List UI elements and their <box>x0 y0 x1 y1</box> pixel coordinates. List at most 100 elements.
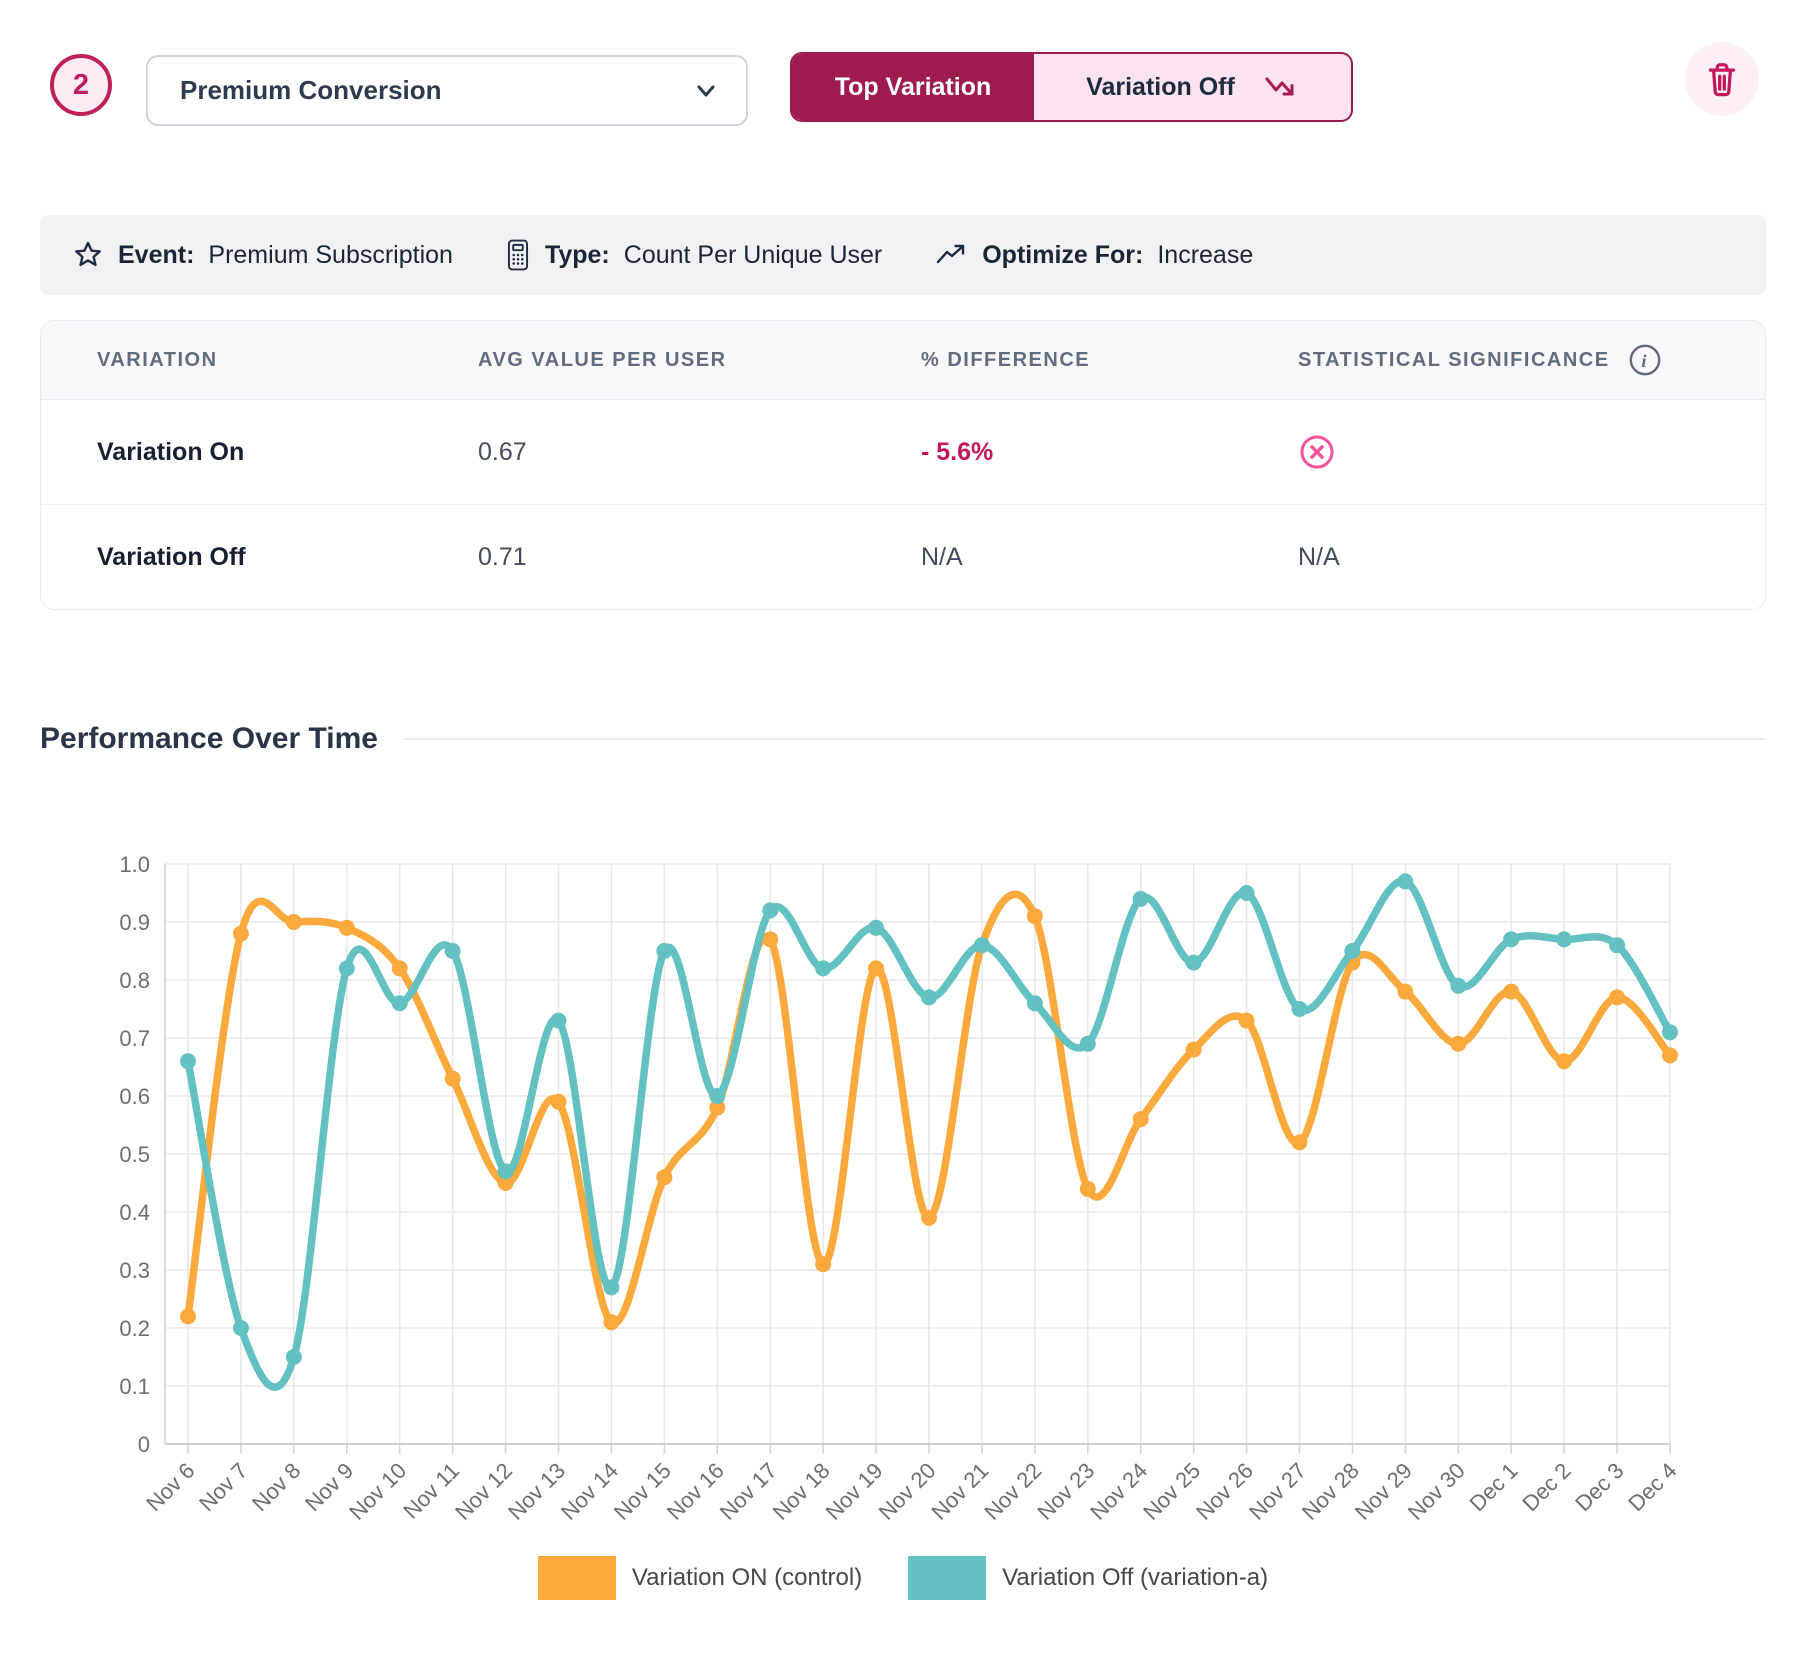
data-point[interactable] <box>1609 989 1625 1005</box>
x-axis-label: Dec 3 <box>1570 1458 1628 1516</box>
data-point[interactable] <box>1662 1024 1678 1040</box>
metric-dropdown[interactable]: Premium Conversion <box>146 55 748 126</box>
data-point[interactable] <box>286 1349 302 1365</box>
data-point[interactable] <box>709 1088 725 1104</box>
data-point[interactable] <box>392 995 408 1011</box>
data-point[interactable] <box>498 1163 514 1179</box>
data-point[interactable] <box>392 960 408 976</box>
chart-section-header: Performance Over Time <box>40 722 1766 756</box>
x-axis-label: Nov 12 <box>450 1458 517 1525</box>
type-label: Type: <box>545 241 610 270</box>
top-variation-toggle[interactable]: Top Variation Variation Off <box>790 52 1353 122</box>
x-axis-label: Nov 15 <box>609 1458 676 1525</box>
event-summary: Event: Premium Subscription <box>72 239 453 271</box>
data-point[interactable] <box>180 1053 196 1069</box>
data-point[interactable] <box>1239 1013 1255 1029</box>
data-point[interactable] <box>1027 995 1043 1011</box>
data-point[interactable] <box>1450 978 1466 994</box>
chevron-down-icon[interactable] <box>692 77 720 105</box>
data-point[interactable] <box>1556 1053 1572 1069</box>
y-axis-label: 0.5 <box>119 1142 150 1167</box>
x-axis-label: Nov 14 <box>556 1458 623 1525</box>
legend-label: Variation Off (variation-a) <box>1002 1564 1268 1592</box>
delete-metric-button[interactable] <box>1685 42 1759 116</box>
x-axis-label: Nov 19 <box>821 1458 888 1525</box>
data-point[interactable] <box>603 1279 619 1295</box>
data-point[interactable] <box>603 1314 619 1330</box>
x-axis-label: Nov 27 <box>1244 1458 1311 1525</box>
metric-summary-bar: Event: Premium Subscription Type: Count … <box>40 215 1766 295</box>
optimize-label: Optimize For: <box>982 241 1143 270</box>
data-point[interactable] <box>868 960 884 976</box>
x-axis-label: Nov 13 <box>503 1458 570 1525</box>
data-point[interactable] <box>233 1320 249 1336</box>
data-point[interactable] <box>1609 937 1625 953</box>
data-point[interactable] <box>1133 1111 1149 1127</box>
data-point[interactable] <box>974 937 990 953</box>
col-significance: STATISTICAL SIGNIFICANCE i <box>1298 343 1765 377</box>
legend-swatch-teal <box>908 1556 986 1600</box>
x-axis-label: Nov 30 <box>1403 1458 1470 1525</box>
data-point[interactable] <box>233 926 249 942</box>
col-variation: VARIATION <box>97 349 478 372</box>
data-point[interactable] <box>180 1308 196 1324</box>
data-point[interactable] <box>1397 873 1413 889</box>
data-point[interactable] <box>1450 1036 1466 1052</box>
data-point[interactable] <box>1080 1036 1096 1052</box>
legend-item-variation-off[interactable]: Variation Off (variation-a) <box>908 1556 1268 1600</box>
data-point[interactable] <box>445 943 461 959</box>
data-point[interactable] <box>762 902 778 918</box>
data-point[interactable] <box>921 989 937 1005</box>
data-point[interactable] <box>1080 1181 1096 1197</box>
data-point[interactable] <box>656 1169 672 1185</box>
y-axis-label: 0.3 <box>119 1258 150 1283</box>
y-axis-label: 0 <box>138 1432 150 1457</box>
data-point[interactable] <box>1662 1047 1678 1063</box>
y-axis-label: 1.0 <box>119 852 150 877</box>
data-point[interactable] <box>1239 885 1255 901</box>
data-point[interactable] <box>762 931 778 947</box>
col-difference: % DIFFERENCE <box>921 349 1298 372</box>
data-point[interactable] <box>1133 891 1149 907</box>
trash-icon <box>1705 60 1739 98</box>
data-point[interactable] <box>1503 931 1519 947</box>
data-point[interactable] <box>921 1210 937 1226</box>
data-point[interactable] <box>815 960 831 976</box>
data-point[interactable] <box>656 943 672 959</box>
trend-down-arrow-icon <box>1263 73 1299 101</box>
data-point[interactable] <box>551 1013 567 1029</box>
x-axis-label: Nov 6 <box>141 1458 199 1516</box>
row-significance: N/A <box>1298 543 1765 572</box>
data-point[interactable] <box>339 920 355 936</box>
legend-item-variation-on[interactable]: Variation ON (control) <box>538 1556 862 1600</box>
x-axis-label: Dec 2 <box>1517 1458 1575 1516</box>
chart-legend: Variation ON (control) Variation Off (va… <box>0 1550 1806 1606</box>
data-point[interactable] <box>1397 984 1413 1000</box>
cross-circle-icon <box>1298 433 1765 471</box>
info-circle-icon[interactable]: i <box>1628 343 1662 377</box>
data-point[interactable] <box>551 1094 567 1110</box>
data-point[interactable] <box>1556 931 1572 947</box>
y-axis-label: 0.9 <box>119 910 150 935</box>
row-difference: N/A <box>921 543 1298 572</box>
data-point[interactable] <box>815 1256 831 1272</box>
data-point[interactable] <box>1503 984 1519 1000</box>
data-point[interactable] <box>445 1071 461 1087</box>
data-point[interactable] <box>1344 943 1360 959</box>
results-table-header: VARIATION AVG VALUE PER USER % DIFFERENC… <box>41 321 1765 400</box>
row-significance <box>1298 433 1765 471</box>
data-point[interactable] <box>868 920 884 936</box>
data-point[interactable] <box>1186 1042 1202 1058</box>
data-point[interactable] <box>1186 955 1202 971</box>
data-point[interactable] <box>1292 1001 1308 1017</box>
star-icon <box>72 239 104 271</box>
type-summary: Type: Count Per Unique User <box>505 239 882 271</box>
legend-label: Variation ON (control) <box>632 1564 862 1592</box>
data-point[interactable] <box>1027 908 1043 924</box>
data-point[interactable] <box>1292 1134 1308 1150</box>
top-variation-label[interactable]: Top Variation <box>792 54 1034 120</box>
y-axis-label: 0.2 <box>119 1316 150 1341</box>
data-point[interactable] <box>339 960 355 976</box>
data-point[interactable] <box>286 914 302 930</box>
top-variation-value[interactable]: Variation Off <box>1034 54 1351 120</box>
